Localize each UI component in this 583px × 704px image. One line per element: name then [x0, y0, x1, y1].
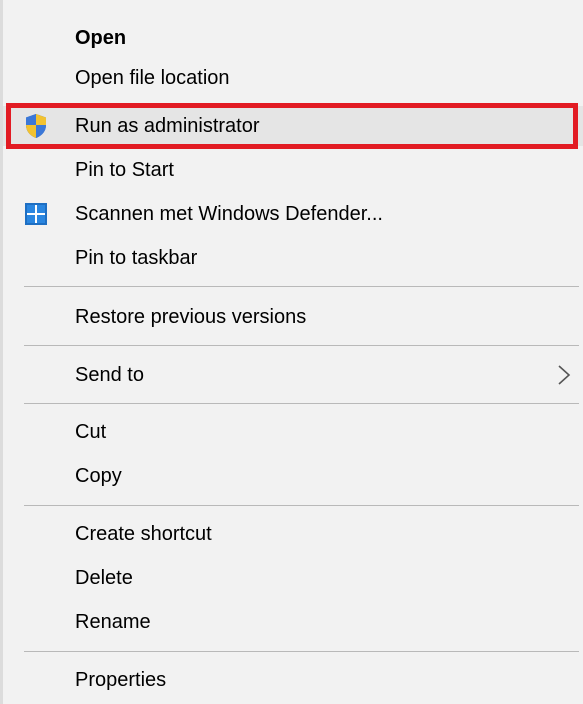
menu-item-label: Properties	[75, 669, 167, 691]
chevron-right-icon	[557, 364, 571, 386]
menu-item-open-file-location[interactable]: Open file location	[3, 58, 583, 98]
menu-separator	[24, 505, 579, 506]
menu-item-open[interactable]: Open	[3, 18, 583, 58]
windows-defender-icon	[23, 201, 49, 227]
menu-item-label: Run as administrator	[75, 115, 260, 137]
menu-item-label: Open file location	[75, 67, 230, 89]
menu-item-label: Pin to taskbar	[75, 247, 198, 269]
menu-item-cut[interactable]: Cut	[3, 412, 583, 452]
menu-item-pin-to-taskbar[interactable]: Pin to taskbar	[3, 238, 583, 278]
menu-item-restore-previous-versions[interactable]: Restore previous versions	[3, 296, 583, 338]
menu-item-label: Create shortcut	[75, 523, 212, 545]
menu-item-label: Restore previous versions	[75, 306, 307, 328]
menu-item-label: Send to	[75, 364, 144, 386]
menu-separator	[24, 345, 579, 346]
menu-item-scan-windows-defender[interactable]: Scannen met Windows Defender...	[3, 194, 583, 234]
menu-item-create-shortcut[interactable]: Create shortcut	[3, 514, 583, 554]
menu-item-label: Pin to Start	[75, 159, 174, 181]
menu-item-pin-to-start[interactable]: Pin to Start	[3, 150, 583, 190]
menu-item-run-as-administrator[interactable]: Run as administrator	[3, 106, 583, 146]
menu-separator	[24, 651, 579, 652]
menu-item-label: Scannen met Windows Defender...	[75, 203, 383, 225]
menu-separator	[24, 403, 579, 404]
menu-item-properties[interactable]: Properties	[3, 660, 583, 700]
menu-item-send-to[interactable]: Send to	[3, 354, 583, 396]
context-menu: Open Open file location Run as administr…	[0, 0, 583, 704]
menu-item-label: Copy	[75, 465, 122, 487]
menu-item-delete[interactable]: Delete	[3, 558, 583, 598]
menu-item-copy[interactable]: Copy	[3, 456, 583, 496]
menu-separator	[24, 286, 579, 287]
menu-item-label: Cut	[75, 421, 107, 443]
menu-item-rename[interactable]: Rename	[3, 602, 583, 642]
menu-item-label: Rename	[75, 611, 151, 633]
menu-item-label: Delete	[75, 567, 133, 589]
uac-shield-icon	[23, 113, 49, 139]
menu-item-label: Open	[75, 27, 127, 49]
